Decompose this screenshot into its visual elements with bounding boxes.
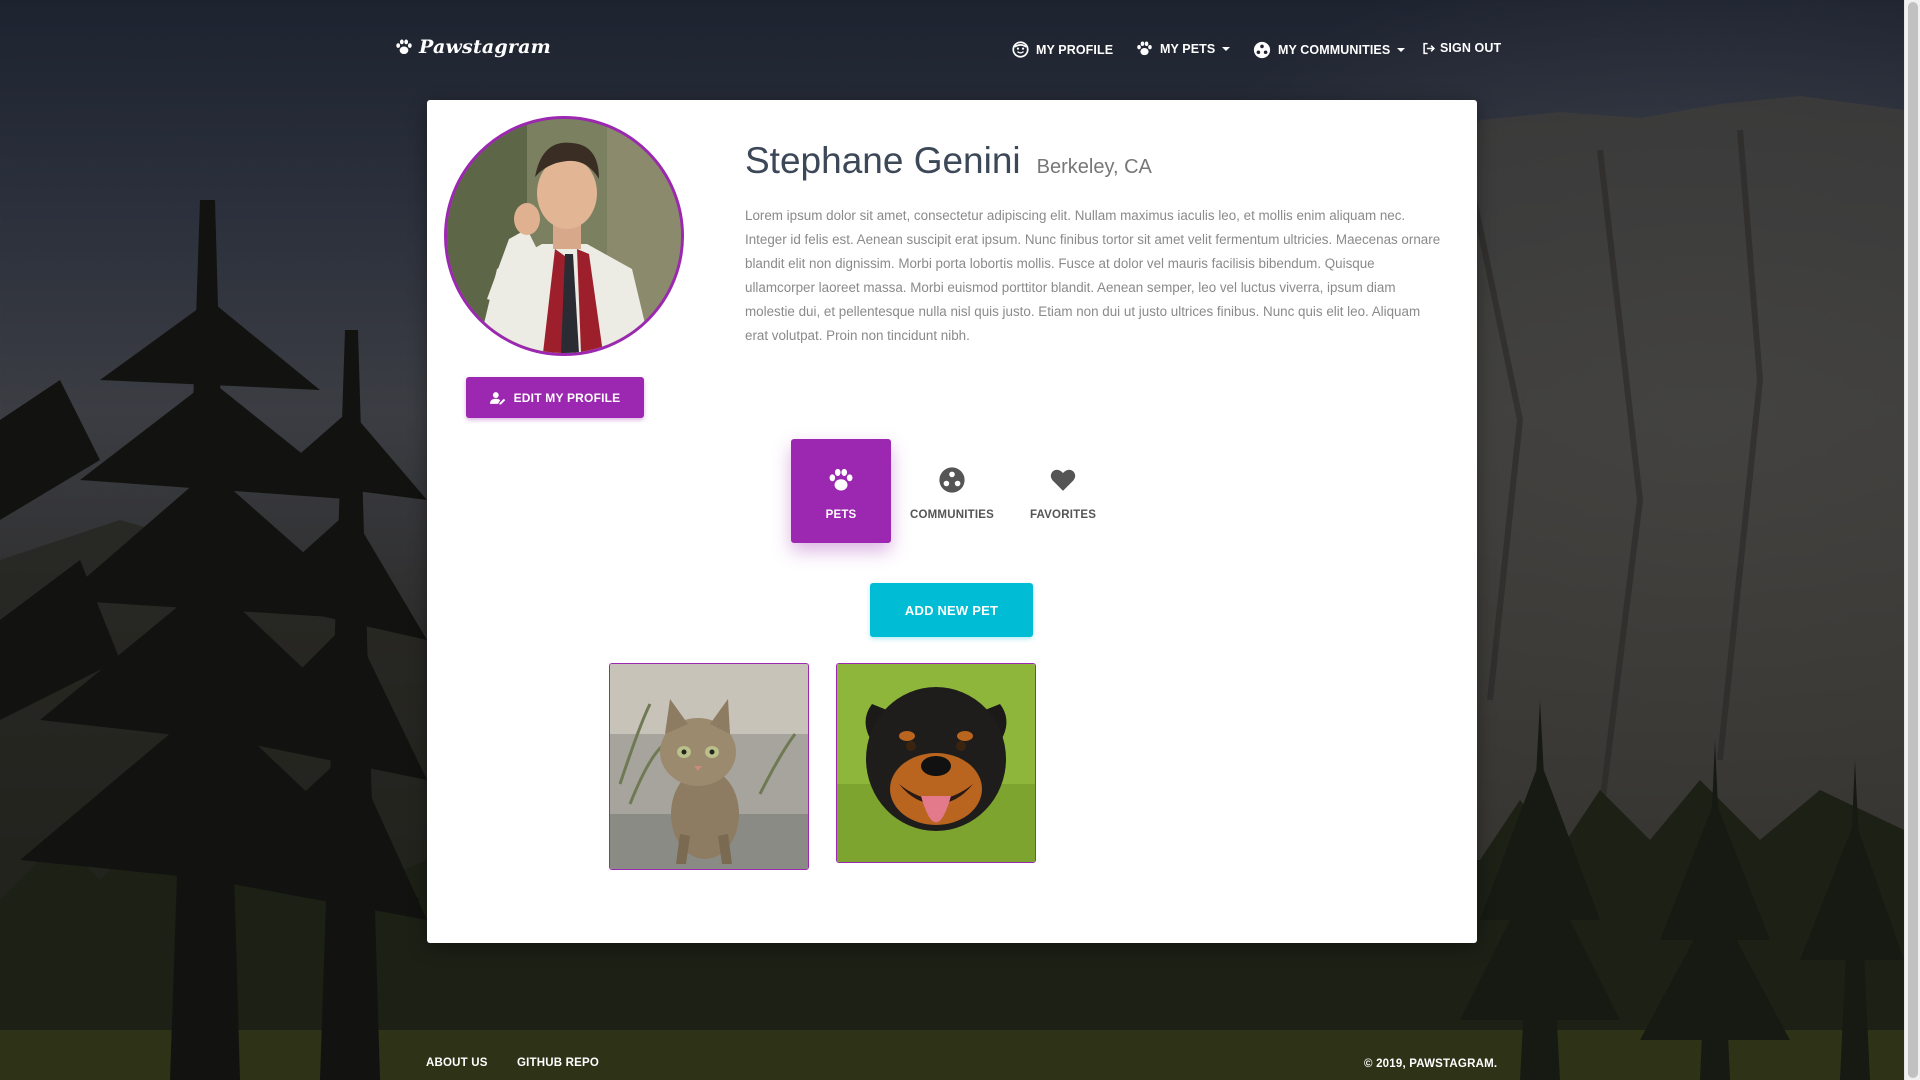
profile-heading: Stephane Genini Berkeley, CA [745, 140, 1152, 182]
nav-my-communities[interactable]: MY COMMUNITIES [1253, 41, 1406, 59]
chevron-down-icon [1397, 48, 1406, 52]
person-edit-icon [489, 391, 505, 405]
group-icon [1253, 41, 1271, 59]
pet-card-dog[interactable] [836, 663, 1036, 863]
brand-logo[interactable]: Pawstagram [395, 36, 551, 58]
footer-about-us-link[interactable]: ABOUT US [426, 1057, 488, 1069]
profile-tabs: PETS COMMUNITIES FAVORITES [791, 439, 1096, 543]
paw-icon [396, 39, 412, 55]
tab-favorites[interactable]: FAVORITES [1013, 439, 1113, 543]
user-name: Stephane Genini [745, 140, 1021, 181]
tab-communities[interactable]: COMMUNITIES [902, 439, 1002, 543]
scrollbar-thumb[interactable] [1908, 2, 1918, 1078]
footer-github-repo-link[interactable]: GITHUB REPO [517, 1057, 599, 1069]
chevron-down-icon [1222, 46, 1231, 51]
paw-icon [829, 468, 853, 491]
nav-my-pets[interactable]: MY PETS [1136, 41, 1231, 56]
pet-card-cat[interactable] [609, 663, 809, 870]
copyright-text: © 2019, PAWSTAGRAM. [1364, 1058, 1498, 1070]
nav-my-communities-label: MY COMMUNITIES [1278, 43, 1391, 57]
face-icon [1012, 41, 1029, 58]
nav-my-profile-label: MY PROFILE [1036, 42, 1114, 57]
cat-photo [610, 664, 808, 869]
paw-icon [1137, 41, 1152, 56]
tab-communities-label: COMMUNITIES [910, 509, 994, 521]
nav-my-pets-label: MY PETS [1160, 41, 1216, 56]
nav-my-profile[interactable]: MY PROFILE [1012, 41, 1113, 58]
edit-profile-label: EDIT MY PROFILE [513, 390, 621, 405]
user-location: Berkeley, CA [1036, 156, 1152, 178]
add-new-pet-button[interactable]: ADD NEW PET [870, 583, 1033, 637]
edit-profile-button[interactable]: EDIT MY PROFILE [466, 377, 644, 418]
avatar [444, 116, 684, 356]
footer: ABOUT US GITHUB REPO © 2019, PAWSTAGRAM. [0, 1050, 1904, 1080]
dog-photo [837, 664, 1035, 862]
group-icon [939, 467, 965, 493]
sign-out-icon [1423, 42, 1435, 54]
tab-pets-label: PETS [825, 509, 857, 521]
nav-sign-out[interactable]: SIGN OUT [1422, 41, 1501, 55]
heart-icon [1050, 469, 1076, 491]
page-scrollbar[interactable] [1904, 0, 1920, 1080]
top-navbar: Pawstagram MY PROFILE MY PETS MY COMMUNI… [0, 0, 1904, 100]
profile-card: EDIT MY PROFILE Stephane Genini Berkeley… [427, 100, 1477, 943]
user-bio: Lorem ipsum dolor sit amet, consectetur … [745, 208, 1441, 343]
tab-pets[interactable]: PETS [791, 439, 891, 543]
nav-sign-out-label: SIGN OUT [1440, 41, 1502, 55]
tab-favorites-label: FAVORITES [1029, 509, 1097, 521]
avatar-photo [447, 119, 681, 353]
brand-name: Pawstagram [419, 36, 551, 58]
